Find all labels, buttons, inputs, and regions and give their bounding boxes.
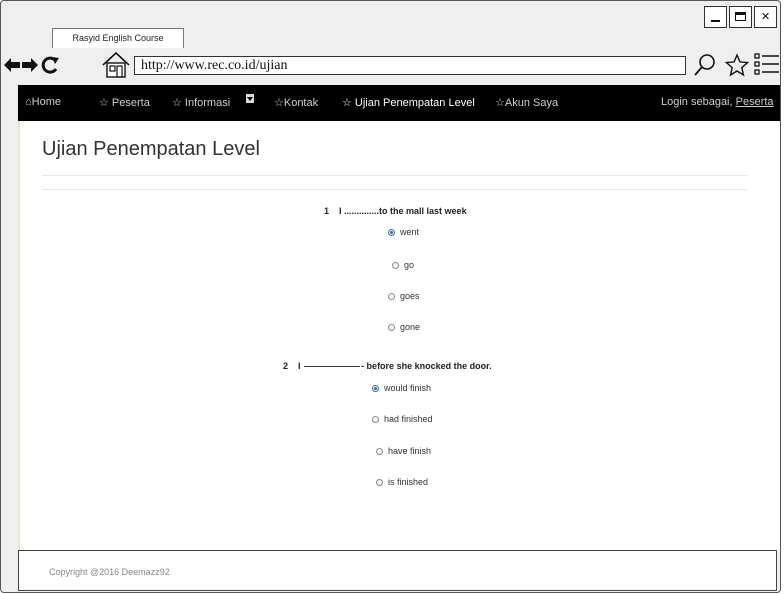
nav-akun-saya[interactable]: ☆Akun Saya — [495, 96, 558, 109]
menu-list-icon[interactable] — [754, 52, 780, 76]
page-footer: Copyright @2016 Deemazz92 — [18, 550, 777, 591]
radio-option[interactable]: would finish — [372, 383, 431, 393]
maximize-button[interactable] — [729, 6, 752, 28]
login-prefix: Login sebagai, — [661, 96, 736, 108]
question-text-start: I — [298, 361, 301, 371]
question-text: I ..............to the mall last week — [339, 206, 467, 216]
question-text-end: - before she knocked the door. — [361, 361, 492, 371]
main-content: Ujian Penempatan Level 1 I .............… — [18, 121, 780, 551]
copyright-text: Copyright @2016 Deemazz92 — [49, 567, 170, 577]
close-button[interactable]: × — [754, 6, 777, 28]
question-number: 1 — [324, 206, 330, 216]
radio-button[interactable] — [388, 292, 395, 300]
radio-option[interactable]: had finished — [372, 414, 433, 424]
site-navbar: ⌂Home ☆ Peserta ☆ Informasi ☆Kontak ☆ Uj… — [18, 85, 780, 121]
radio-button[interactable] — [376, 447, 383, 455]
page-title: Ujian Penempatan Level — [42, 138, 260, 160]
divider — [42, 175, 748, 176]
address-bar[interactable]: http://www.rec.co.id/ujian — [134, 56, 686, 75]
radio-option[interactable]: went — [388, 227, 419, 237]
bookmark-star-icon[interactable] — [725, 53, 749, 77]
login-status: Login sebagai, Peserta — [661, 96, 774, 108]
nav-informasi[interactable]: ☆ Informasi — [172, 96, 230, 109]
forward-arrow-icon[interactable] — [22, 58, 38, 72]
nav-peserta[interactable]: ☆ Peserta — [99, 96, 150, 109]
radio-button-checked[interactable] — [372, 384, 379, 392]
radio-option[interactable]: have finish — [376, 446, 431, 456]
answer-blank — [304, 366, 361, 368]
radio-button-checked[interactable] — [388, 228, 395, 236]
browser-window: Rasyid English Course × http://www.rec.c… — [0, 0, 781, 593]
url-text: http://www.rec.co.id/ujian — [141, 58, 288, 73]
dropdown-caret-icon[interactable] — [246, 94, 254, 108]
nav-kontak[interactable]: ☆Kontak — [274, 96, 318, 109]
close-icon: × — [761, 8, 770, 25]
search-icon[interactable] — [693, 53, 717, 77]
tab-title: Rasyid English Course — [72, 33, 164, 43]
divider — [42, 189, 748, 190]
radio-button[interactable] — [372, 415, 379, 423]
nav-ujian-penempatan-level[interactable]: ☆ Ujian Penempatan Level — [342, 96, 475, 109]
radio-option[interactable]: go — [392, 260, 414, 270]
login-user-link[interactable]: Peserta — [736, 96, 774, 108]
question-number: 2 — [283, 361, 289, 371]
radio-button[interactable] — [388, 323, 395, 331]
nav-home[interactable]: ⌂Home — [25, 96, 61, 108]
radio-button[interactable] — [392, 261, 399, 269]
question-2: 2 I - before she knocked the door. — [283, 361, 492, 371]
home-icon[interactable] — [101, 51, 131, 79]
minimize-button[interactable] — [704, 6, 727, 28]
radio-button[interactable] — [376, 478, 383, 486]
question-1: 1 I ..............to the mall last week — [324, 206, 467, 216]
browser-tab[interactable]: Rasyid English Course — [52, 28, 184, 48]
back-arrow-icon[interactable] — [4, 58, 20, 72]
radio-option[interactable]: is finished — [376, 477, 428, 487]
radio-option[interactable]: gone — [388, 322, 420, 332]
reload-icon[interactable] — [41, 56, 61, 74]
window-controls: × — [704, 6, 777, 28]
radio-option[interactable]: goes — [388, 291, 420, 301]
